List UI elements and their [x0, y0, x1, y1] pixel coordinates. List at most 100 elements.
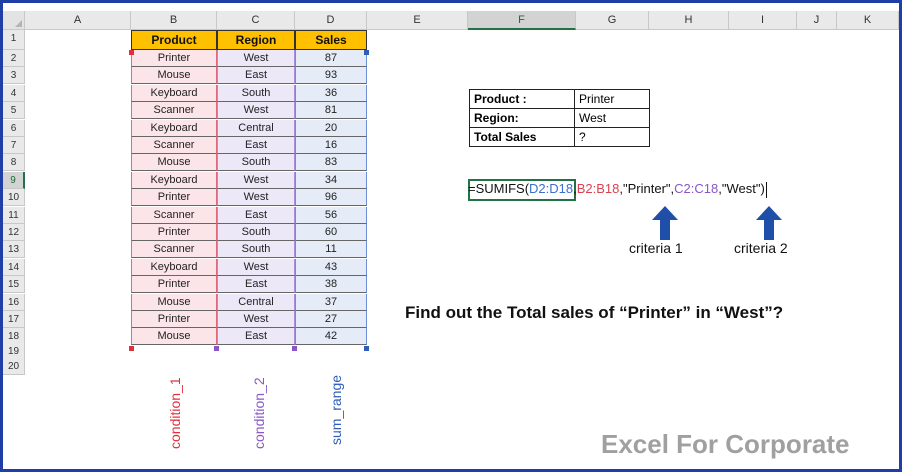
cell-product[interactable]: Keyboard — [131, 84, 217, 102]
cell-region[interactable]: West — [217, 171, 295, 189]
cell-region[interactable]: East — [217, 276, 295, 294]
row-header-9[interactable]: 9 — [3, 171, 25, 189]
cell-product[interactable]: Keyboard — [131, 119, 217, 137]
value-product[interactable]: Printer — [574, 89, 650, 109]
cell-region[interactable]: East — [217, 137, 295, 154]
row-header-2[interactable]: 2 — [3, 50, 25, 67]
range-handle-c-bottom-right[interactable] — [292, 346, 297, 351]
cell-sales[interactable]: 81 — [295, 102, 367, 120]
label-total-sales[interactable]: Total Sales — [469, 127, 575, 147]
row-header-7[interactable]: 7 — [3, 137, 25, 154]
cell-product[interactable]: Keyboard — [131, 258, 217, 276]
cell-product[interactable]: Printer — [131, 50, 217, 67]
col-header-b[interactable]: B — [131, 11, 217, 30]
range-handle-b-bottom[interactable] — [129, 346, 134, 351]
cell-product[interactable]: Keyboard — [131, 171, 217, 189]
formula-prefix: =SUMIFS( — [468, 181, 530, 196]
cell-region[interactable]: South — [217, 84, 295, 102]
cell-region[interactable]: West — [217, 258, 295, 276]
row-header-20[interactable]: 20 — [3, 358, 25, 376]
cell-product[interactable]: Mouse — [131, 328, 217, 346]
row-header-6[interactable]: 6 — [3, 119, 25, 137]
cell-region[interactable]: West — [217, 102, 295, 120]
col-header-k[interactable]: K — [837, 11, 899, 30]
header-sales[interactable]: Sales — [295, 30, 367, 50]
cell-product[interactable]: Mouse — [131, 293, 217, 311]
cell-region[interactable]: West — [217, 189, 295, 207]
cell-sales[interactable]: 20 — [295, 119, 367, 137]
row-header-5[interactable]: 5 — [3, 102, 25, 120]
range-handle-d-top[interactable] — [364, 50, 369, 55]
col-header-j[interactable]: J — [797, 11, 837, 30]
row-header-8[interactable]: 8 — [3, 154, 25, 172]
cell-product[interactable]: Mouse — [131, 67, 217, 85]
cell-sales[interactable]: 37 — [295, 293, 367, 311]
col-header-h[interactable]: H — [649, 11, 729, 30]
cell-sales[interactable]: 42 — [295, 328, 367, 346]
cell-product[interactable]: Printer — [131, 189, 217, 207]
cell-product[interactable]: Printer — [131, 276, 217, 294]
cell-region[interactable]: South — [217, 154, 295, 172]
col-header-g[interactable]: G — [576, 11, 649, 30]
cell-region[interactable]: East — [217, 328, 295, 346]
range-handle-b-top[interactable] — [129, 50, 134, 55]
cell-region[interactable]: Central — [217, 119, 295, 137]
row-header-1[interactable]: 1 — [3, 30, 25, 50]
value-region[interactable]: West — [574, 108, 650, 128]
cell-region[interactable]: West — [217, 50, 295, 67]
cell-region[interactable]: East — [217, 206, 295, 224]
row-header-12[interactable]: 12 — [3, 224, 25, 241]
cell-region[interactable]: East — [217, 67, 295, 85]
criteria-table: Product : Printer Region: West Total Sales… — [469, 89, 650, 147]
row-header-14[interactable]: 14 — [3, 258, 25, 276]
header-product[interactable]: Product — [131, 30, 217, 50]
cell-sales[interactable]: 11 — [295, 241, 367, 259]
row-header-3[interactable]: 3 — [3, 67, 25, 85]
cell-region[interactable]: South — [217, 224, 295, 241]
cell-sales[interactable]: 87 — [295, 50, 367, 67]
col-header-e[interactable]: E — [367, 11, 468, 30]
cell-product[interactable]: Scanner — [131, 137, 217, 154]
cell-sales[interactable]: 43 — [295, 258, 367, 276]
cell-region[interactable]: West — [217, 311, 295, 328]
cell-sales[interactable]: 56 — [295, 206, 367, 224]
col-header-i[interactable]: I — [729, 11, 797, 30]
cell-sales[interactable]: 34 — [295, 171, 367, 189]
cell-product[interactable]: Scanner — [131, 241, 217, 259]
value-total-sales[interactable]: ? — [574, 127, 650, 147]
cell-sales[interactable]: 38 — [295, 276, 367, 294]
cell-product[interactable]: Scanner — [131, 206, 217, 224]
row-header-4[interactable]: 4 — [3, 84, 25, 102]
label-region[interactable]: Region: — [469, 108, 575, 128]
cell-product[interactable]: Scanner — [131, 102, 217, 120]
range-handle-d-bottom[interactable] — [364, 346, 369, 351]
cell-sales[interactable]: 83 — [295, 154, 367, 172]
row-header-13[interactable]: 13 — [3, 241, 25, 259]
row-header-11[interactable]: 11 — [3, 206, 25, 224]
col-header-a[interactable]: A — [25, 11, 131, 30]
cell-sales[interactable]: 96 — [295, 189, 367, 207]
cell-sales[interactable]: 36 — [295, 84, 367, 102]
cell-region[interactable]: South — [217, 241, 295, 259]
col-header-c[interactable]: C — [217, 11, 295, 30]
row-header-17[interactable]: 17 — [3, 311, 25, 328]
header-region[interactable]: Region — [217, 30, 295, 50]
cell-product[interactable]: Printer — [131, 224, 217, 241]
col-header-d[interactable]: D — [295, 11, 367, 30]
cell-sales[interactable]: 16 — [295, 137, 367, 154]
row-header-15[interactable]: 15 — [3, 276, 25, 294]
cell-region[interactable]: Central — [217, 293, 295, 311]
cell-sales[interactable]: 93 — [295, 67, 367, 85]
label-product[interactable]: Product : — [469, 89, 575, 109]
sumifs-formula[interactable]: =SUMIFS(D2:D18,B2:B18,"Printer",C2:C18,"… — [468, 179, 767, 201]
col-header-f[interactable]: F — [468, 11, 576, 30]
select-all-corner[interactable] — [3, 11, 25, 30]
formula-criteria-2: ,"West") — [718, 181, 765, 196]
cell-sales[interactable]: 60 — [295, 224, 367, 241]
row-header-10[interactable]: 10 — [3, 189, 25, 207]
row-header-16[interactable]: 16 — [3, 293, 25, 311]
cell-product[interactable]: Printer — [131, 311, 217, 328]
range-handle-c-bottom[interactable] — [214, 346, 219, 351]
cell-sales[interactable]: 27 — [295, 311, 367, 328]
cell-product[interactable]: Mouse — [131, 154, 217, 172]
